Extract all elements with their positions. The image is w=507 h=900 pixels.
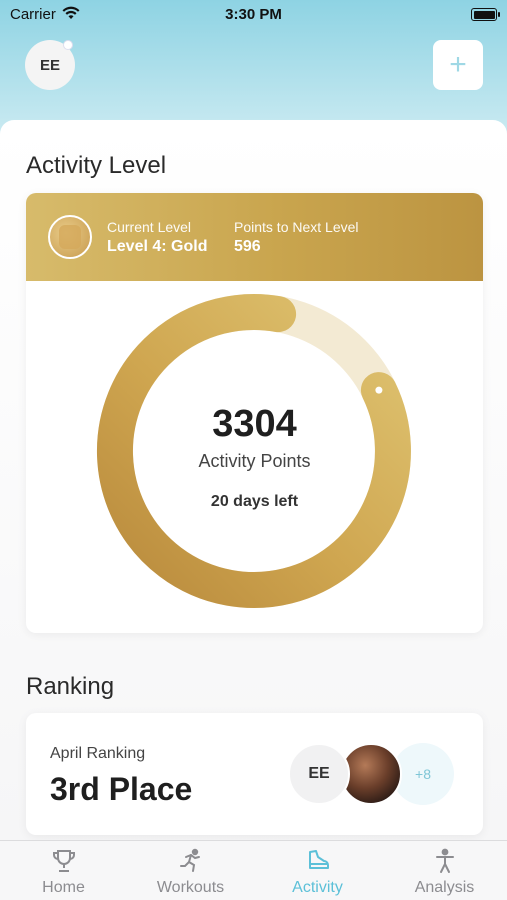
- profile-avatar[interactable]: EE: [25, 40, 75, 90]
- tab-workouts-label: Workouts: [156, 879, 225, 896]
- ranking-avatar-initials: EE: [308, 765, 330, 782]
- tab-home-label: Home: [42, 879, 85, 896]
- notification-dot: [63, 40, 73, 50]
- status-time: 3:30 PM: [225, 6, 282, 23]
- activity-ring: 3304 Activity Points 20 days left: [26, 281, 483, 633]
- activity-section-title: Activity Level: [26, 152, 167, 179]
- tab-analysis-label: Analysis: [414, 879, 475, 896]
- ranking-month-label: April Ranking: [50, 745, 146, 762]
- body-icon: [431, 847, 459, 875]
- current-level-value: Level 4: Gold: [107, 238, 208, 255]
- add-button[interactable]: +: [433, 40, 483, 90]
- points-next-value: 596: [234, 238, 261, 255]
- current-level-label: Current Level: [107, 219, 192, 235]
- activity-card[interactable]: Current Level Level 4: Gold Points to Ne…: [26, 193, 483, 633]
- ring-start-dot: [375, 386, 383, 394]
- tab-analysis[interactable]: Analysis: [381, 841, 507, 900]
- tab-workouts[interactable]: Workouts: [127, 841, 254, 900]
- status-bar: Carrier 3:30 PM: [0, 0, 507, 30]
- medal-icon: [48, 215, 92, 259]
- days-left: 20 days left: [210, 493, 299, 510]
- tab-activity[interactable]: Activity: [254, 841, 381, 900]
- points-next-label: Points to Next Level: [234, 219, 359, 235]
- shoe-icon: [304, 847, 332, 875]
- avatar-initials: EE: [39, 56, 60, 74]
- trophy-icon: [50, 847, 78, 875]
- activity-points-label: Activity Points: [198, 451, 311, 471]
- plus-icon: +: [449, 48, 467, 81]
- runner-icon: [177, 847, 205, 875]
- ranking-place: 3rd Place: [50, 771, 193, 807]
- tab-bar: Home Workouts Activity Analysis: [0, 840, 507, 900]
- activity-points-value: 3304: [212, 403, 297, 445]
- battery-icon: [471, 8, 500, 21]
- tab-activity-label: Activity: [292, 879, 343, 896]
- level-header: Current Level Level 4: Gold Points to Ne…: [26, 193, 483, 281]
- tab-home[interactable]: Home: [0, 841, 127, 900]
- ranking-section-title: Ranking: [26, 673, 115, 700]
- ranking-card[interactable]: April Ranking 3rd Place EE +8: [26, 713, 483, 835]
- ranking-avatars[interactable]: EE +8: [288, 743, 458, 805]
- ranking-avatar-self[interactable]: EE: [288, 743, 350, 805]
- ranking-more-label: +8: [415, 766, 431, 782]
